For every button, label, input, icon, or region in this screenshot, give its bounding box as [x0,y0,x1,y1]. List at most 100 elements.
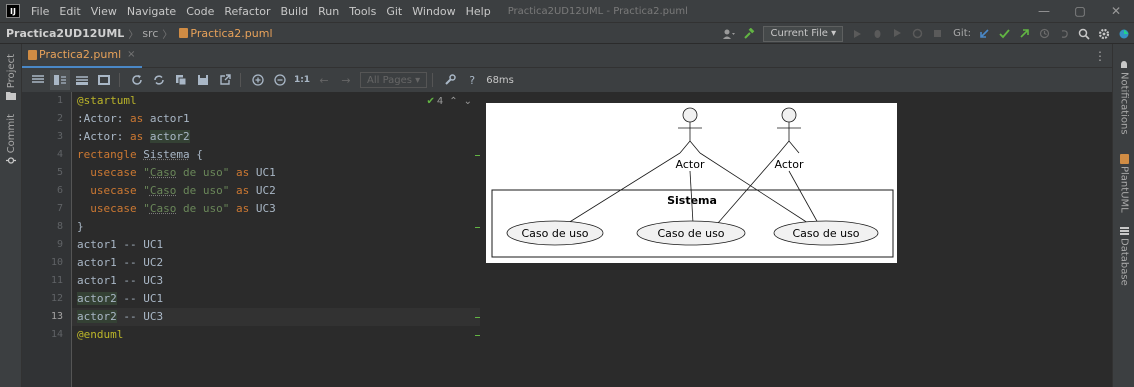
minimize-button[interactable]: — [1026,0,1062,22]
menu-code[interactable]: Code [181,5,219,18]
search-icon[interactable] [1074,24,1094,44]
code-line[interactable]: actor1 -- UC2 [72,254,480,272]
intellij-logo-icon[interactable]: IJ [6,4,20,18]
breadcrumb-project[interactable]: Practica2UD12UML [6,27,124,40]
code-line[interactable]: usecase "Caso de uso" as UC3 [72,200,480,218]
horizontal-split-icon[interactable] [72,70,92,90]
close-tab-icon[interactable]: × [127,49,135,60]
breadcrumb-src[interactable]: src [142,27,158,40]
zoom-in-icon[interactable] [248,70,268,90]
notifications-tool-tab[interactable]: Notifications [1113,60,1134,135]
code-line[interactable]: actor1 -- UC3 [72,272,480,290]
editor-only-icon[interactable] [28,70,48,90]
editor-toolbar: 1:1 ← → All Pages ▾ ? 68ms [22,68,1112,92]
refresh-icon[interactable] [127,70,147,90]
inspection-widget[interactable]: ✔ 4 ⌃ ⌄ [426,92,472,110]
menu-window[interactable]: Window [407,5,460,18]
code-line[interactable]: :Actor: as actor2 [72,128,480,146]
restore-button[interactable]: ▢ [1062,0,1098,22]
folder-icon [6,91,16,100]
pages-select[interactable]: All Pages ▾ [360,72,427,88]
toolbar-separator [119,73,120,87]
wrench-settings-icon[interactable] [440,70,460,90]
code-line[interactable]: actor2 -- UC1 [72,290,480,308]
diagram-image[interactable]: Sistema Actor Actor Caso de uso Ca [486,103,897,263]
code-line-current[interactable]: actor2 -- UC3 [72,308,480,326]
line-number: 9 [33,236,63,254]
use-case-diagram: Sistema Actor Actor Caso de uso Ca [486,103,897,263]
stop-icon[interactable] [927,24,947,44]
settings-gear-icon[interactable] [1094,24,1114,44]
zoom-out-icon[interactable] [270,70,290,90]
line-number: 3 [33,128,63,146]
chevron-down-icon[interactable]: ⌄ [464,96,472,107]
project-tool-tab[interactable]: Project [0,54,22,103]
reload-all-icon[interactable] [149,70,169,90]
line-number: 8 [33,218,63,236]
line-number: 2 [33,110,63,128]
close-window-button[interactable]: ✕ [1098,0,1134,22]
commit-tool-tab[interactable]: Commit [0,114,22,168]
code-line[interactable]: actor1 -- UC1 [72,236,480,254]
split-view-icon[interactable] [50,70,70,90]
user-icon[interactable] [719,24,739,44]
line-number: 6 [33,182,63,200]
open-external-icon[interactable] [215,70,235,90]
code-line[interactable]: usecase "Caso de uso" as UC2 [72,182,480,200]
actual-size-button[interactable]: 1:1 [292,70,312,90]
git-commit-icon[interactable] [994,24,1014,44]
code-line[interactable]: :Actor: as actor1 [72,110,480,128]
navbar-actions: Current File ▾ Git: [719,23,1134,44]
code-editor[interactable]: 1 2 3 4 5 6 7 8 9 10 11 12 13 14 @startu… [22,92,480,387]
menu-build[interactable]: Build [276,5,314,18]
menu-refactor[interactable]: Refactor [219,5,275,18]
profile-icon[interactable] [907,24,927,44]
code-line[interactable]: usecase "Caso de uso" as UC1 [72,164,480,182]
menu-tools[interactable]: Tools [344,5,381,18]
debug-icon[interactable] [867,24,887,44]
code-line[interactable]: } [72,218,480,236]
database-tool-tab[interactable]: Database [1113,226,1134,286]
code-line[interactable]: @startuml [72,92,480,110]
use-case-label: Caso de uso [657,227,724,240]
more-options-icon[interactable]: ⋮ [1094,49,1106,63]
next-page-icon[interactable]: → [336,70,356,90]
toolbar-separator [240,73,241,87]
menu-file[interactable]: File [26,5,54,18]
rollback-icon[interactable] [1054,24,1074,44]
git-update-icon[interactable] [974,24,994,44]
copy-icon[interactable] [171,70,191,90]
menu-view[interactable]: View [86,5,122,18]
menu-help[interactable]: Help [461,5,496,18]
prev-page-icon[interactable]: ← [314,70,334,90]
line-number: 14 [33,326,63,344]
history-icon[interactable] [1034,24,1054,44]
run-config-select[interactable]: Current File ▾ [763,26,843,42]
menu-git[interactable]: Git [381,5,407,18]
help-icon[interactable]: ? [462,70,482,90]
chevron-up-icon[interactable]: ⌃ [449,96,457,107]
menu-run[interactable]: Run [313,5,344,18]
preview-only-icon[interactable] [94,70,114,90]
render-time: 68ms [486,75,514,86]
breadcrumb-separator: 〉 [162,26,172,41]
actor-figure[interactable] [777,108,801,153]
coverage-icon[interactable] [887,24,907,44]
menu-edit[interactable]: Edit [54,5,85,18]
code-area[interactable]: @startuml :Actor: as actor1 :Actor: as a… [72,92,480,387]
build-hammer-icon[interactable] [739,24,759,44]
code-line[interactable]: @enduml [72,326,480,344]
database-tab-label: Database [1119,238,1130,286]
breadcrumb-file-label: Practica2.puml [190,27,272,40]
checkmark-icon: ✔ [426,96,434,107]
plugin-icon[interactable] [1114,24,1134,44]
breadcrumb-file[interactable]: Practica2.puml [179,27,272,40]
editor-tab-practica2[interactable]: Practica2.puml × [22,44,142,68]
save-icon[interactable] [193,70,213,90]
actor-figure[interactable] [678,108,702,153]
git-push-icon[interactable] [1014,24,1034,44]
run-icon[interactable] [847,24,867,44]
menu-navigate[interactable]: Navigate [122,5,181,18]
plantuml-tool-tab[interactable]: PlantUML [1113,154,1134,213]
code-line[interactable]: rectangle Sistema { [72,146,480,164]
